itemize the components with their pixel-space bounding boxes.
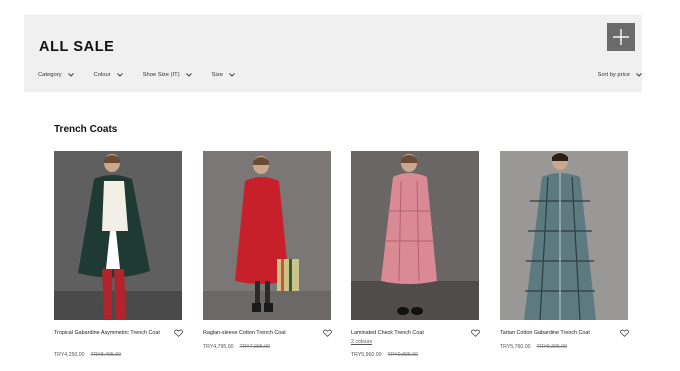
price-row: TRY5,760.00 TRY9,395.00: [500, 344, 567, 350]
filter-bar: Category Colour Shoe Size (IT) Size: [38, 72, 255, 78]
filter-label: Size: [211, 72, 223, 78]
product-image[interactable]: [203, 151, 331, 320]
section-title: Trench Coats: [54, 124, 118, 135]
product-name[interactable]: Tropical Gabardine Asymmetric Trench Coa…: [54, 329, 162, 338]
product-card[interactable]: Tropical Gabardine Asymmetric Trench Coa…: [54, 151, 184, 358]
product-name[interactable]: Laminated Check Trench Coat: [351, 329, 459, 338]
product-card[interactable]: Laminated Check Trench Coat 2 colours TR…: [351, 151, 481, 358]
original-price: TRY8,495.00: [90, 352, 121, 358]
original-price: TRY9,895.00: [387, 352, 418, 358]
plus-icon: [613, 29, 629, 45]
product-image[interactable]: [54, 151, 182, 320]
heart-icon[interactable]: [174, 329, 183, 337]
price-row: TRY5,960.00 TRY9,895.00: [351, 352, 418, 358]
product-image[interactable]: [500, 151, 628, 320]
sale-price: TRY5,760.00: [500, 344, 531, 350]
chevron-down-icon: [636, 73, 642, 77]
heart-icon[interactable]: [323, 329, 332, 337]
filter-category[interactable]: Category: [38, 72, 74, 78]
filter-size[interactable]: Size: [212, 72, 235, 78]
chevron-down-icon: [116, 73, 123, 77]
product-name[interactable]: Tartan Cotton Gabardine Trench Coat: [500, 329, 608, 338]
product-name[interactable]: Raglan-sleeve Cotton Trench Coat: [203, 329, 311, 338]
sale-price: TRY4,795.00: [203, 344, 234, 350]
colour-options-link[interactable]: 2 colours: [351, 339, 372, 345]
chevron-down-icon: [185, 73, 192, 77]
price-row: TRY4,795.00 TRY7,995.00: [203, 344, 270, 350]
chevron-down-icon: [67, 73, 74, 77]
price-row: TRY4,250.00 TRY8,495.00: [54, 352, 121, 358]
original-price: TRY7,995.00: [239, 344, 270, 350]
sale-price: TRY5,960.00: [351, 352, 382, 358]
sort-dropdown[interactable]: Sort by price: [597, 72, 642, 78]
sale-price: TRY4,250.00: [54, 352, 85, 358]
original-price: TRY9,395.00: [536, 344, 567, 350]
heart-icon[interactable]: [471, 329, 480, 337]
product-image[interactable]: [351, 151, 479, 320]
heart-icon[interactable]: [620, 329, 629, 337]
filter-shoe-size[interactable]: Shoe Size (IT): [143, 72, 192, 78]
filter-label: Colour: [93, 72, 111, 78]
expand-button[interactable]: [607, 23, 635, 51]
product-card[interactable]: Tartan Cotton Gabardine Trench Coat TRY5…: [500, 151, 630, 350]
product-card[interactable]: Raglan-sleeve Cotton Trench Coat TRY4,79…: [203, 151, 333, 350]
filter-label: Category: [38, 72, 62, 78]
filter-colour[interactable]: Colour: [94, 72, 123, 78]
sale-header: ALL SALE Category Colour Shoe Size (IT) …: [24, 15, 642, 92]
sort-label: Sort by price: [597, 72, 630, 78]
filter-label: Shoe Size (IT): [142, 72, 180, 78]
chevron-down-icon: [229, 73, 235, 77]
page-title: ALL SALE: [39, 39, 115, 55]
